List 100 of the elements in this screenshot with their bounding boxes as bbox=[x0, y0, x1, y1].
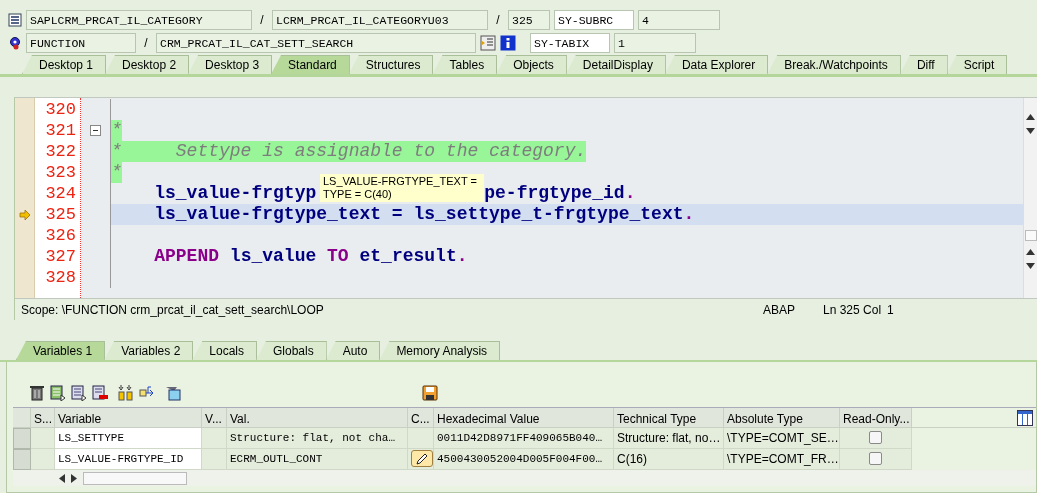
column-header[interactable]: Val. bbox=[227, 408, 408, 428]
tab[interactable]: Objects bbox=[496, 55, 567, 74]
tab[interactable]: Diff bbox=[899, 55, 948, 74]
table-cell: Structure: flat, not cha… bbox=[227, 428, 408, 449]
collapse-icon[interactable] bbox=[90, 125, 101, 136]
scroll-up-icon[interactable] bbox=[1026, 249, 1035, 255]
column-header[interactable]: V... bbox=[202, 408, 227, 428]
column-header[interactable]: Technical Type bbox=[614, 408, 724, 428]
tab[interactable]: Desktop 2 bbox=[105, 55, 190, 74]
scope-text: Scope: \FUNCTION crm_prcat_il_cat_sett_search\LOOP bbox=[21, 301, 325, 319]
code-keyword: TO bbox=[327, 246, 349, 267]
line-number: 327 bbox=[44, 246, 76, 267]
layout-icon[interactable] bbox=[1017, 410, 1033, 426]
delete-icon[interactable] bbox=[29, 385, 45, 401]
line-number: 322 bbox=[44, 141, 76, 162]
code-text: ls_value-frgtype_text = ls_settype_t-frgtype_text bbox=[153, 204, 684, 225]
table-cell: Structure: flat, no… bbox=[614, 428, 724, 449]
list-icon[interactable] bbox=[71, 385, 87, 401]
column-text: 1 bbox=[887, 301, 894, 319]
move-down-icon[interactable] bbox=[118, 385, 134, 401]
code-comment: * bbox=[111, 120, 122, 141]
tab[interactable]: Memory Analysis bbox=[379, 341, 501, 360]
line-number: 321 bbox=[44, 120, 76, 141]
cursor-position-text: Ln 325 Col bbox=[823, 301, 882, 319]
display-field: 325 bbox=[508, 10, 550, 30]
scroll-up-icon[interactable] bbox=[1026, 114, 1035, 120]
line-number: 326 bbox=[44, 225, 76, 246]
pencil-icon bbox=[415, 452, 429, 465]
tab[interactable]: Locals bbox=[192, 341, 257, 360]
tab[interactable]: Tables bbox=[432, 55, 498, 74]
display-field: 1 bbox=[614, 33, 696, 53]
scroll-left-icon[interactable] bbox=[59, 473, 65, 483]
code-punctuation: . bbox=[456, 246, 468, 267]
checkbox[interactable] bbox=[869, 452, 882, 465]
display-field: SY-TABIX bbox=[530, 33, 610, 53]
line-number: 324 bbox=[44, 183, 76, 204]
column-header[interactable]: C... bbox=[408, 408, 434, 428]
info-icon[interactable] bbox=[500, 35, 516, 51]
code-punctuation: . bbox=[624, 183, 636, 204]
line-number: 320 bbox=[44, 99, 76, 120]
code-text: et_result bbox=[358, 246, 457, 267]
filter-icon[interactable] bbox=[165, 385, 181, 401]
table-cell: LS_VALUE-FRGTYPE_ID bbox=[55, 449, 202, 470]
scroll-down-icon[interactable] bbox=[1026, 263, 1035, 269]
scrollbar-thumb[interactable] bbox=[1024, 230, 1037, 241]
column-header[interactable]: S... bbox=[31, 408, 55, 428]
display-field: SY-SUBRC bbox=[554, 10, 634, 30]
display-field: CRM_PRCAT_IL_CAT_SETT_SEARCH bbox=[156, 33, 476, 53]
column-header[interactable]: Read-Only... bbox=[840, 408, 912, 428]
table-cell: ECRM_OUTL_CONT bbox=[227, 449, 408, 470]
horizontal-scrollbar[interactable] bbox=[13, 470, 1036, 486]
line-number: 323 bbox=[44, 162, 76, 183]
line-number: 325 bbox=[44, 204, 76, 225]
tab[interactable]: Data Explorer bbox=[664, 55, 769, 74]
code-comment: * bbox=[111, 162, 122, 183]
separator-text: / bbox=[259, 12, 265, 29]
tab[interactable]: Break./Watchpoints bbox=[767, 55, 901, 74]
code-editor[interactable] bbox=[15, 97, 1037, 298]
list-icon[interactable] bbox=[50, 385, 66, 401]
display-field: SAPLCRM_PRCAT_IL_CATEGORY bbox=[26, 10, 252, 30]
scrollbar-thumb[interactable] bbox=[83, 471, 187, 485]
code-text: ls_value bbox=[228, 246, 318, 267]
tab[interactable]: Standard bbox=[271, 55, 350, 74]
code-text: pe-frgtype_id bbox=[484, 183, 625, 204]
tab[interactable]: Auto bbox=[325, 341, 381, 360]
checkbox[interactable] bbox=[869, 431, 882, 444]
separator-text: / bbox=[495, 12, 501, 29]
column-header[interactable]: Absolute Type bbox=[724, 408, 840, 428]
language-text: ABAP bbox=[763, 301, 796, 319]
grid-corner bbox=[13, 408, 31, 428]
display-field: LCRM_PRCAT_IL_CATEGORYU03 bbox=[272, 10, 488, 30]
save-icon[interactable] bbox=[422, 385, 438, 401]
variable-tooltip: LS_VALUE-FRGTYPE_TEXT = TYPE = C(40) bbox=[320, 174, 484, 202]
table-cell: \TYPE=COMT_FR… bbox=[724, 449, 840, 470]
column-header[interactable]: Variable bbox=[55, 408, 202, 428]
edit-button[interactable] bbox=[411, 450, 433, 467]
list-remove-icon[interactable] bbox=[92, 385, 108, 401]
program-icon bbox=[8, 13, 22, 27]
vertical-scrollbar[interactable] bbox=[1023, 98, 1037, 298]
tab[interactable]: DetailDisplay bbox=[565, 55, 666, 74]
tab[interactable]: Desktop 1 bbox=[22, 55, 107, 74]
tab[interactable]: Structures bbox=[348, 55, 434, 74]
code-keyword: APPEND bbox=[153, 246, 220, 267]
code-text: ls_value-frgtyp bbox=[153, 183, 317, 204]
display-field: 4 bbox=[638, 10, 720, 30]
scroll-down-icon[interactable] bbox=[1026, 128, 1035, 134]
separator-text: / bbox=[143, 35, 149, 52]
table-cell: \TYPE=COMT_SE… bbox=[724, 428, 840, 449]
tab[interactable]: Variables 2 bbox=[104, 341, 194, 360]
column-header[interactable]: Hexadecimal Value bbox=[434, 408, 614, 428]
tab[interactable]: Variables 1 bbox=[16, 341, 106, 360]
tab[interactable]: Globals bbox=[256, 341, 327, 360]
tab[interactable]: Script bbox=[946, 55, 1008, 74]
line-number: 328 bbox=[44, 267, 76, 288]
table-cell: C(16) bbox=[614, 449, 724, 470]
scroll-right-icon[interactable] bbox=[71, 473, 77, 483]
table-cell: 0011D42D8971FF409065B040… bbox=[434, 428, 614, 449]
table-cell: LS_SETTYPE bbox=[55, 428, 202, 449]
code-punctuation: . bbox=[683, 204, 695, 225]
tab[interactable]: Desktop 3 bbox=[188, 55, 273, 74]
